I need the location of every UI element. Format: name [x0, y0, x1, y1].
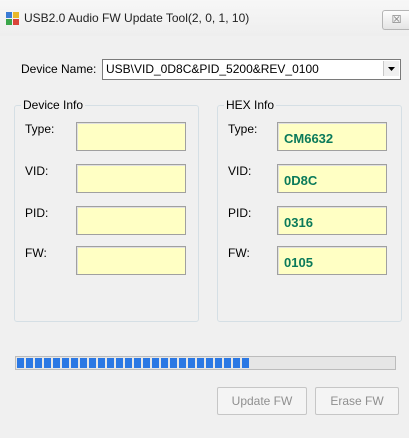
device-info-group: Device Info Type: VID: PID: FW: [14, 98, 199, 322]
hex-pid-field: 0316 [277, 206, 387, 235]
update-fw-button[interactable]: Update FW [217, 387, 307, 415]
device-vid-label: VID: [25, 164, 49, 178]
dialog-body: Device Name: USB\VID_0D8C&PID_5200&REV_0… [0, 36, 409, 438]
device-name-value: USB\VID_0D8C&PID_5200&REV_0100 [106, 62, 319, 76]
hex-fw-field: 0105 [277, 246, 387, 275]
device-info-title: Device Info [21, 98, 86, 112]
hex-vid-label: VID: [228, 164, 252, 178]
chevron-down-icon [388, 67, 395, 71]
window-title: USB2.0 Audio FW Update Tool(2, 0, 1, 10) [24, 11, 250, 25]
progress-bar [15, 356, 396, 370]
device-type-field [76, 122, 186, 151]
hex-pid-label: PID: [228, 206, 252, 220]
hex-fw-label: FW: [228, 246, 250, 260]
hex-type-value: CM6632 [284, 131, 334, 146]
hex-info-title: HEX Info [224, 98, 277, 112]
title-bar: USB2.0 Audio FW Update Tool(2, 0, 1, 10)… [0, 0, 409, 36]
hex-info-group: HEX Info Type: CM6632 VID: 0D8C PID: 031… [217, 98, 402, 322]
hex-type-field: CM6632 [277, 122, 387, 151]
hex-vid-field: 0D8C [277, 164, 387, 193]
device-vid-field [76, 164, 186, 193]
device-fw-field [76, 246, 186, 275]
dropdown-button[interactable] [383, 61, 399, 76]
device-name-select[interactable]: USB\VID_0D8C&PID_5200&REV_0100 [102, 59, 401, 80]
device-fw-label: FW: [25, 246, 47, 260]
app-icon [6, 12, 19, 25]
progress-bar-fill [17, 358, 249, 368]
hex-pid-value: 0316 [284, 215, 313, 230]
device-pid-field [76, 206, 186, 235]
device-pid-label: PID: [25, 206, 49, 220]
hex-vid-value: 0D8C [284, 173, 318, 188]
hex-fw-value: 0105 [284, 255, 313, 270]
erase-fw-button[interactable]: Erase FW [315, 387, 399, 415]
hex-type-label: Type: [228, 122, 258, 136]
close-button[interactable]: ☒ [382, 10, 409, 30]
device-name-label: Device Name: [21, 62, 97, 76]
device-type-label: Type: [25, 122, 55, 136]
